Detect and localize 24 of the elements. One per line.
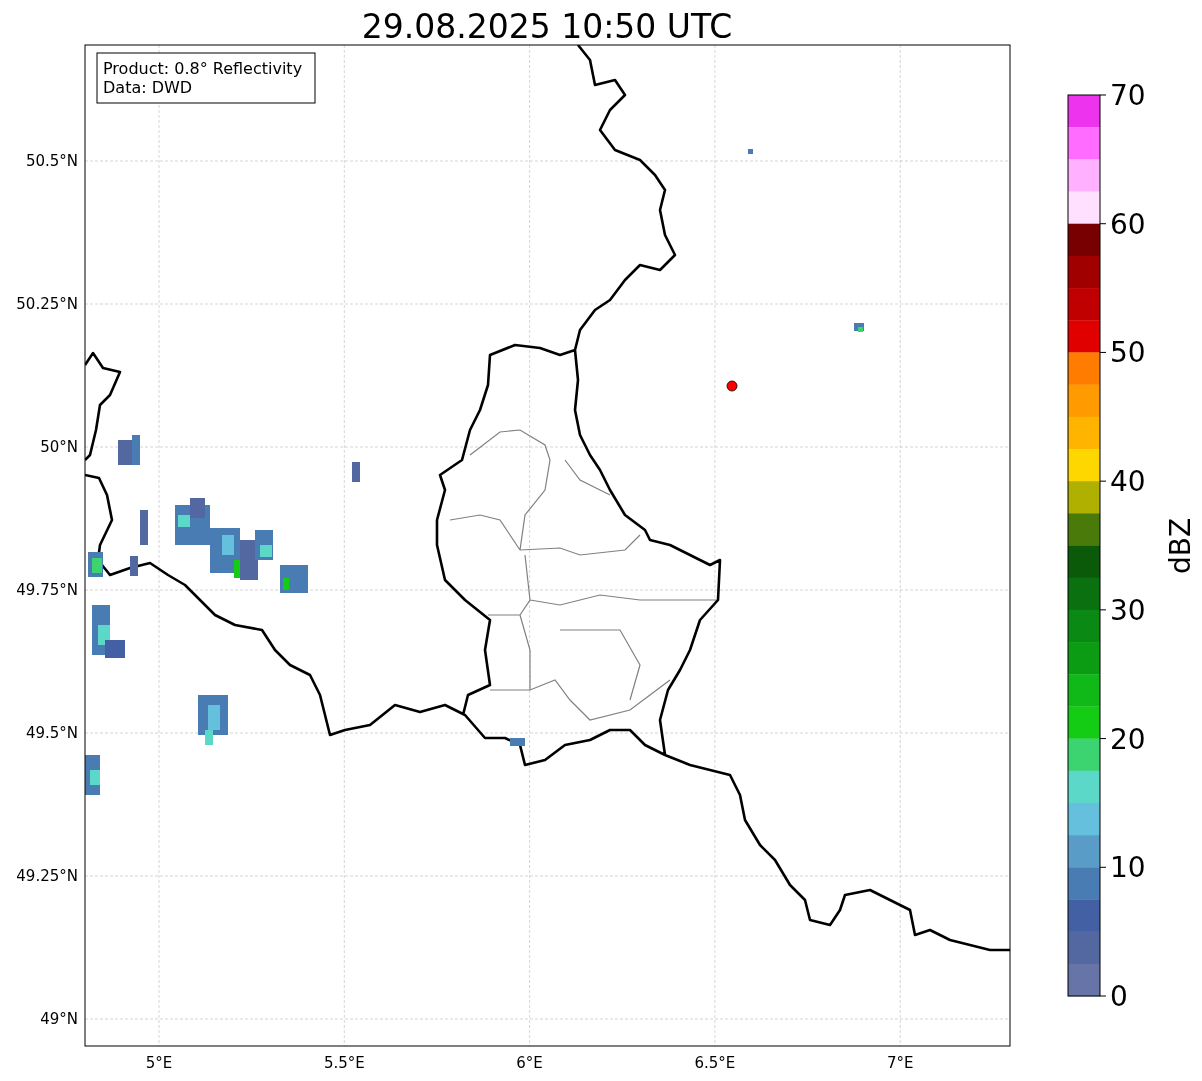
info-text: Product: 0.8° Reflectivity (103, 59, 303, 78)
colorbar-tick-label: 40 (1110, 465, 1146, 499)
latitude-label: 49°N (40, 1010, 78, 1028)
latitude-label: 50°N (40, 438, 78, 456)
colorbar-tick-label: 50 (1110, 336, 1146, 370)
longitude-label: 6°E (516, 1054, 543, 1072)
chart-title: 29.08.2025 10:50 UTC (361, 7, 733, 46)
longitude-label: 6.5°E (694, 1054, 736, 1072)
longitude-label: 5°E (145, 1054, 173, 1072)
colorbar-tick-label: 20 (1110, 722, 1146, 756)
latitude-label: 49.25°N (16, 867, 78, 885)
info-text: Data: DWD (103, 78, 193, 97)
latitude-label: 49.75°N (16, 581, 78, 599)
latitude-label: 50.5°N (25, 152, 78, 170)
colorbar-tick-label: 0 (1110, 980, 1128, 1013)
latitude-label: 49.5°N (25, 724, 78, 742)
colorbar-tick-label: 30 (1110, 593, 1146, 627)
colorbar-tick-label: 10 (1110, 851, 1146, 885)
colorbar-tick-label: 60 (1110, 207, 1146, 241)
colorbar-tick-label: 70 (1110, 79, 1146, 112)
longitude-label: 7°E (886, 1054, 914, 1072)
colorbar-label: dBZ (1164, 517, 1197, 575)
longitude-label: 5.5°E (323, 1054, 365, 1072)
latitude-label: 50.25°N (16, 295, 78, 313)
